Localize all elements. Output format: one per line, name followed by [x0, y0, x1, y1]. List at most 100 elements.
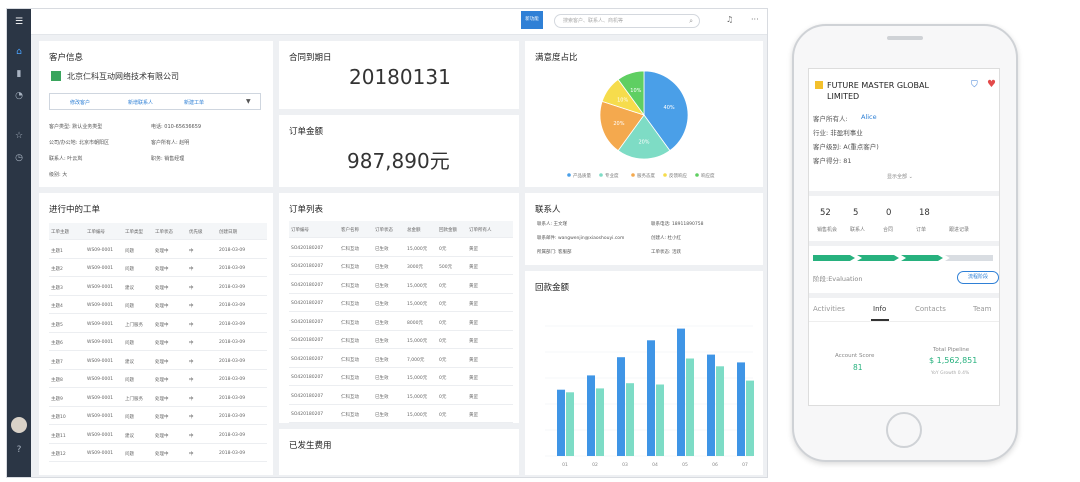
collection-card: 回款金额 01 02 03 04 05 06 07	[525, 271, 763, 475]
bar[interactable]	[677, 328, 685, 456]
more-icon[interactable]: ···	[751, 15, 759, 24]
table-cell: 15,000元	[407, 302, 428, 307]
table-cell: WS09-0001	[87, 395, 114, 401]
customer-role: 职务: 销售经理	[151, 156, 185, 162]
stat-label[interactable]: 跟进记录	[949, 226, 969, 233]
table-row[interactable]: 主题12 WS09-0001 问题 处理中 中 2018-03-09	[49, 445, 267, 462]
contact-name: 联系人: 王文瑾	[537, 222, 567, 227]
search-icon[interactable]: ⌕	[689, 15, 693, 27]
bell-icon[interactable]: ♫	[726, 15, 733, 24]
bar[interactable]	[746, 380, 754, 456]
legend-label: 响应度	[701, 172, 715, 179]
table-cell: 500元	[439, 265, 453, 270]
menu-icon[interactable]: ☰	[11, 15, 27, 29]
table-cell: 0元	[439, 413, 447, 418]
stat-label[interactable]: 订单	[916, 226, 926, 233]
stat-label[interactable]: 合同	[883, 226, 893, 233]
bar[interactable]	[596, 388, 604, 456]
table-cell: SO420180207	[291, 245, 324, 251]
tab-info[interactable]: Info	[873, 305, 886, 313]
home-icon[interactable]: ⌂	[11, 45, 27, 59]
stage-flow-button[interactable]: 流程阶段	[957, 271, 999, 284]
customer-level: 客户级别: A(重点客户)	[813, 143, 879, 151]
table-row[interactable]: 主题8 WS09-0001 问题 处理中 中 2018-03-09	[49, 371, 267, 388]
table-cell: 黄罡	[469, 283, 478, 289]
owner-value[interactable]: Alice	[861, 113, 877, 121]
bar[interactable]	[587, 375, 595, 456]
home-button[interactable]	[886, 412, 922, 448]
table-row[interactable]: SO420180207 仁科互动 已生效 15,000元 0元 黄罡	[289, 240, 513, 257]
table-row[interactable]: 主题3 WS09-0001 建议 处理中 中 2018-03-09	[49, 279, 267, 296]
customer-owner: 客户所有人: 赵明	[151, 140, 190, 146]
table-cell: 2018-03-09	[219, 303, 246, 308]
bar[interactable]	[656, 384, 664, 457]
table-row[interactable]: SO420180207 仁科互动 已生效 15,000元 0元 黄罡	[289, 332, 513, 349]
bar[interactable]	[707, 354, 715, 456]
contact-phone: 联系电话: 18911890758	[651, 222, 704, 227]
tab-activities[interactable]: Activities	[813, 305, 845, 313]
table-row[interactable]: SO420180207 仁科互动 已生效 15,000元 0元 黄罡	[289, 388, 513, 405]
table-row[interactable]: 主题7 WS09-0001 建议 处理中 中 2018-03-09	[49, 353, 267, 370]
edit-customer-button[interactable]: 修改客户	[70, 99, 90, 106]
tab-team[interactable]: Team	[973, 305, 992, 313]
bar-chart-icon[interactable]: ▮	[11, 67, 27, 81]
bar[interactable]	[557, 389, 565, 456]
pie-data-label: 10%	[617, 97, 628, 103]
bar[interactable]	[617, 357, 625, 456]
add-contact-button[interactable]: 新增联系人	[128, 99, 153, 106]
table-row[interactable]: 主题2 WS09-0001 问题 处理中 中 2018-03-09	[49, 260, 267, 277]
star-icon[interactable]: ☆	[11, 129, 27, 143]
column-header: 回款金额	[439, 228, 457, 233]
help-icon[interactable]: ?	[11, 443, 27, 457]
bar[interactable]	[626, 383, 634, 456]
table-row[interactable]: SO420180207 仁科互动 已生效 7,000元 0元 黄罡	[289, 351, 513, 368]
show-all-link[interactable]: 显示全部 ⌄	[887, 173, 913, 180]
table-cell: 主题10	[51, 415, 66, 420]
avatar[interactable]	[11, 417, 27, 433]
stat-label[interactable]: 销售机会	[817, 226, 837, 233]
table-cell: 0元	[439, 339, 447, 344]
table-cell: 主题12	[51, 452, 66, 457]
table-row[interactable]: 主题9 WS09-0001 上门服务 处理中 中 2018-03-09	[49, 390, 267, 407]
table-row[interactable]: 主题4 WS09-0001 问题 处理中 中 2018-03-09	[49, 297, 267, 314]
table-row[interactable]: 主题5 WS09-0001 上门服务 处理中 中 2018-03-09	[49, 316, 267, 333]
table-row[interactable]: SO420180207 仁科互动 已生效 15,000元 0元 黄罡	[289, 295, 513, 312]
new-workorder-button[interactable]: 新建工单	[184, 99, 204, 106]
pie-icon[interactable]: ◔	[11, 89, 27, 103]
table-row[interactable]: SO420180207 仁科互动 已生效 8000元 0元 黄罡	[289, 314, 513, 331]
tab-contacts[interactable]: Contacts	[915, 305, 946, 313]
table-row[interactable]: 主题6 WS09-0001 问题 处理中 中 2018-03-09	[49, 334, 267, 351]
heart-icon[interactable]: ♥	[987, 79, 996, 90]
table-row[interactable]: SO420180207 仁科互动 已生效 15,000元 0元 黄罡	[289, 277, 513, 294]
table-cell: SO420180207	[291, 282, 324, 288]
table-cell: 问题	[125, 304, 134, 309]
table-row[interactable]: 主题1 WS09-0001 问题 处理中 中 2018-03-09	[49, 242, 267, 259]
bar[interactable]	[737, 362, 745, 456]
table-cell: 中	[189, 452, 194, 457]
contract-date: 20180131	[349, 65, 451, 89]
bar[interactable]	[647, 340, 655, 456]
column-header: 工单类型	[125, 230, 143, 235]
search-input[interactable]: 搜索客户、联系人、商机等 ⌕	[554, 14, 700, 28]
table-cell: 黄罡	[469, 413, 478, 418]
table-row[interactable]: SO420180207 仁科互动 已生效 15,000元 0元 黄罡	[289, 369, 513, 386]
table-cell: 主题11	[51, 433, 66, 439]
table-row[interactable]: SO420180207 仁科互动 已生效 15,000元 0元 黄罡	[289, 406, 513, 423]
dropdown-icon[interactable]: ▼	[246, 98, 251, 105]
table-cell: 已生效	[375, 265, 389, 270]
table-row[interactable]: 主题10 WS09-0001 问题 处理中 中 2018-03-09	[49, 408, 267, 425]
table-row[interactable]: 主题11 WS09-0001 建议 处理中 中 2018-03-09	[49, 427, 267, 444]
divider	[809, 321, 999, 322]
bar[interactable]	[686, 358, 694, 457]
bar[interactable]	[716, 366, 724, 456]
bar[interactable]	[566, 392, 574, 456]
customer-type: 客户类型: 默认业务类型	[49, 124, 103, 130]
table-row[interactable]: SO420180207 仁科互动 已生效 3000元 500元 黄罡	[289, 258, 513, 275]
customer-action-bar: 修改客户 新增联系人 新建工单 ▼	[49, 93, 261, 110]
table-cell: WS09-0001	[87, 414, 114, 419]
legend-marker	[631, 173, 635, 177]
new-feature-badge[interactable]: 新功能	[521, 11, 543, 29]
clock-icon[interactable]: ◷	[11, 151, 27, 165]
stat-label[interactable]: 联系人	[850, 226, 865, 233]
table-cell: 处理中	[155, 378, 169, 383]
